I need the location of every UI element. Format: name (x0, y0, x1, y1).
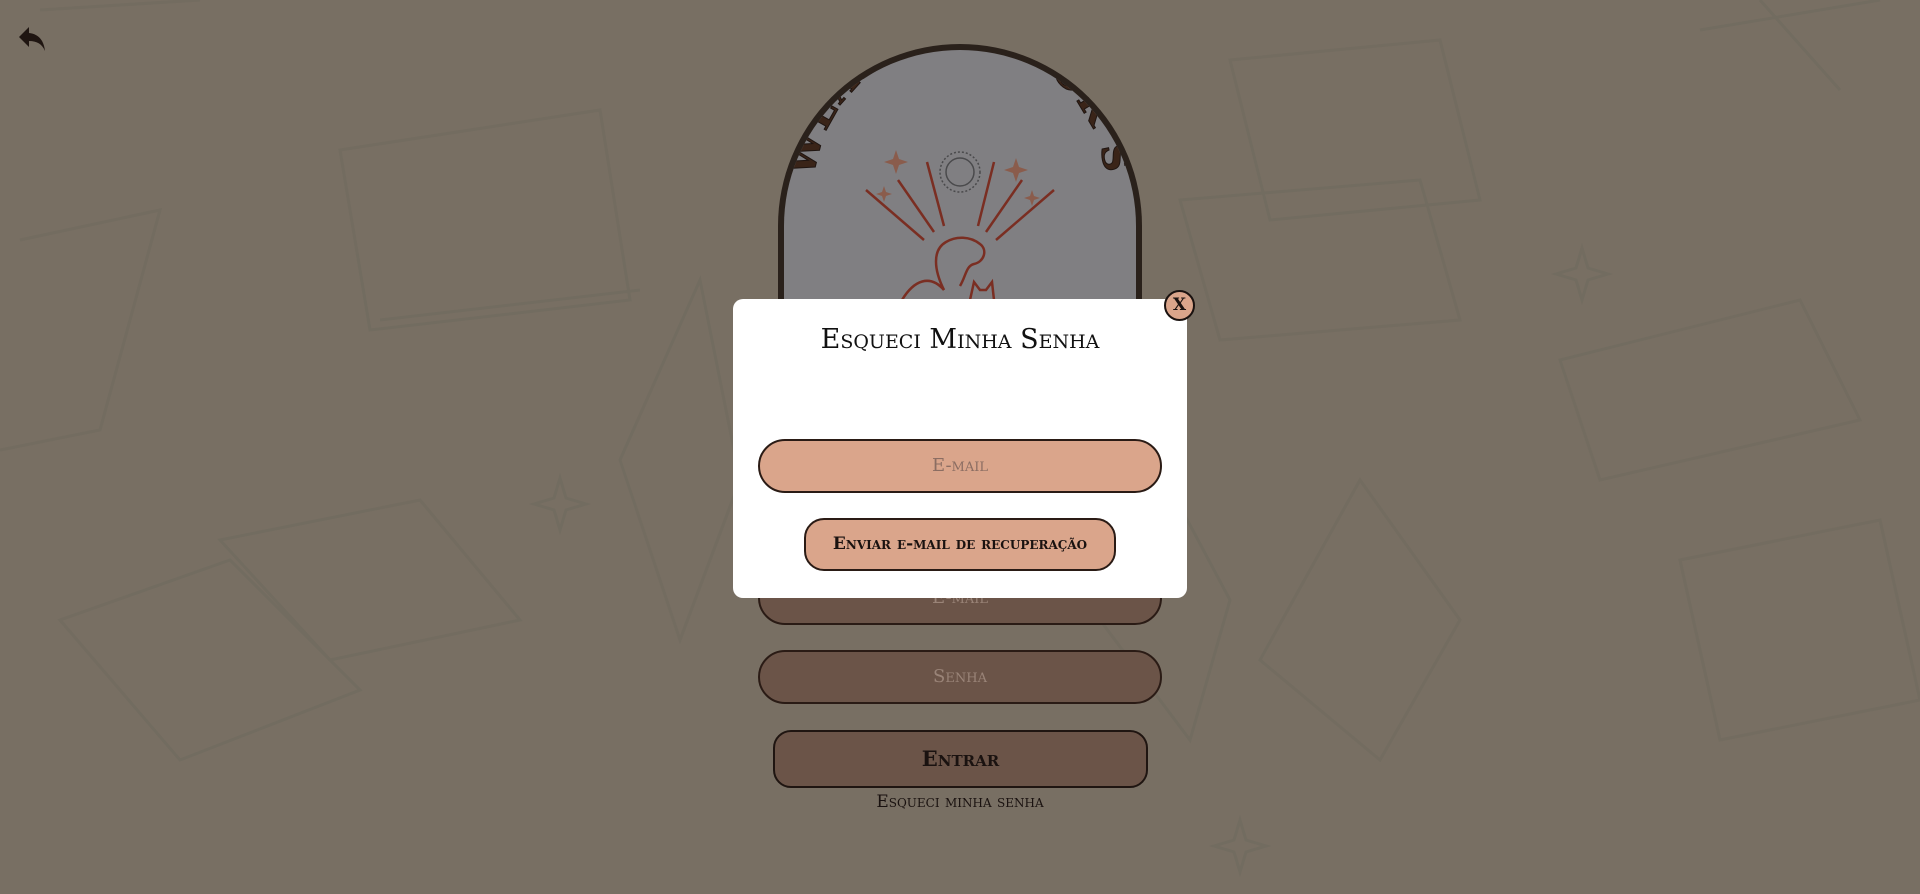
forgot-password-modal: Esqueci Minha Senha E-mail Enviar e-mail… (733, 299, 1187, 598)
book-sketch-icon (1558, 298, 1863, 482)
forgot-password-link[interactable]: Esqueci minha senha (760, 792, 1160, 812)
book-sketch-icon (1258, 477, 1462, 763)
send-recovery-button[interactable]: Enviar e-mail de recuperação (804, 518, 1116, 571)
password-field[interactable]: Senha (758, 650, 1162, 704)
modal-title: Esqueci Minha Senha (820, 324, 1100, 355)
back-button[interactable] (14, 22, 50, 56)
back-arrow-icon (19, 27, 45, 51)
book-sketch-icon (57, 558, 363, 762)
logo-brand-text: WLAMEL BOOK'S (784, 50, 1136, 180)
sparkle-icon (1550, 242, 1614, 306)
sparkle-icon (1208, 814, 1272, 878)
submit-button[interactable]: Entrar (773, 730, 1148, 788)
book-sketch-icon (0, 208, 163, 452)
sun-icon (939, 151, 981, 193)
sparkle-icon (528, 472, 592, 536)
close-modal-button[interactable]: X (1164, 290, 1195, 321)
recovery-email-input[interactable]: E-mail (758, 439, 1162, 493)
book-sketch-icon (618, 275, 742, 645)
